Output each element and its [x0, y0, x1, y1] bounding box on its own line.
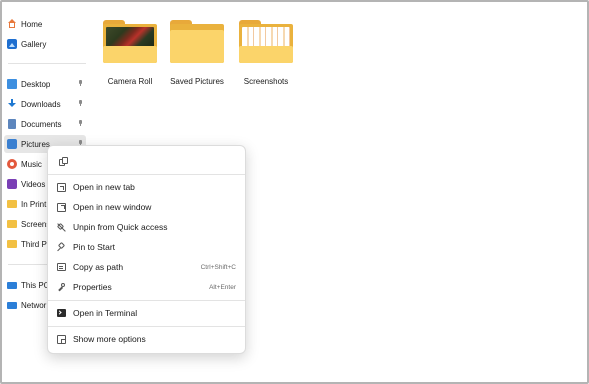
sidebar-item-label: Gallery: [21, 39, 47, 49]
sidebar-item-label: Desktop: [21, 79, 51, 89]
gallery-icon: [7, 39, 17, 49]
menu-item-label: Open in new window: [73, 202, 152, 212]
menu-item-show-more-options[interactable]: Show more options: [52, 329, 241, 349]
pin-icon[interactable]: [78, 80, 83, 86]
menu-item-shortcut: Ctrl+Shift+C: [200, 263, 236, 271]
sidebar-item-label: Third P: [21, 239, 47, 249]
sidebar-item-gallery[interactable]: Gallery: [4, 35, 86, 53]
this-pc-icon: [7, 281, 17, 289]
context-menu: Open in new tab Open in new window Unpin…: [47, 145, 246, 354]
file-explorer-window: Home Gallery Desktop Downloads Documents…: [0, 0, 589, 384]
menu-item-pin-to-start[interactable]: Pin to Start: [52, 237, 241, 257]
open-new-window-icon: [57, 202, 66, 212]
sidebar-item-label: In Print: [21, 199, 47, 209]
menu-divider: [48, 300, 245, 301]
menu-divider: [48, 174, 245, 175]
menu-item-label: Show more options: [73, 334, 146, 344]
copy-button[interactable]: [56, 154, 70, 168]
folder-name: Camera Roll: [107, 77, 153, 86]
menu-item-properties[interactable]: Properties Alt+Enter: [52, 277, 241, 297]
menu-item-copy-as-path[interactable]: Copy as path Ctrl+Shift+C: [52, 257, 241, 277]
copy-icon: [58, 156, 68, 166]
folder-icon: [7, 220, 17, 228]
sidebar-item-label: Pictures: [21, 139, 50, 149]
menu-item-open-in-terminal[interactable]: Open in Terminal: [52, 303, 241, 323]
folder-name: Saved Pictures: [170, 77, 224, 86]
folder-icon: [239, 20, 293, 63]
menu-item-open-new-tab[interactable]: Open in new tab: [52, 177, 241, 197]
open-new-tab-icon: [57, 182, 66, 192]
folder-icon: [7, 240, 17, 248]
terminal-icon: [57, 309, 66, 317]
folder-camera-roll[interactable]: Camera Roll: [102, 20, 158, 86]
copy-path-icon: [57, 263, 66, 271]
network-icon: [7, 301, 17, 309]
sidebar-item-documents[interactable]: Documents: [4, 115, 86, 133]
folder-name: Screenshots: [243, 77, 289, 86]
menu-item-unpin-quick-access[interactable]: Unpin from Quick access: [52, 217, 241, 237]
folder-saved-pictures[interactable]: Saved Pictures: [169, 20, 225, 86]
pin-icon: [57, 243, 66, 252]
sidebar-item-label: Home: [21, 19, 43, 29]
sidebar-item-downloads[interactable]: Downloads: [4, 95, 86, 113]
unpin-icon: [57, 223, 66, 232]
menu-item-label: Copy as path: [73, 262, 124, 272]
pin-icon[interactable]: [78, 100, 83, 106]
menu-item-label: Unpin from Quick access: [73, 222, 168, 232]
menu-item-label: Pin to Start: [73, 242, 116, 252]
sidebar-item-label: Music: [21, 159, 42, 169]
menu-item-label: Open in new tab: [73, 182, 135, 192]
folder-icon: [170, 20, 224, 63]
folder-screenshots[interactable]: Screenshots: [238, 20, 294, 86]
show-more-options-icon: [57, 334, 66, 344]
menu-divider: [48, 326, 245, 327]
folder-icon: [7, 200, 17, 208]
sidebar-item-label: Downloads: [21, 99, 61, 109]
pictures-icon: [7, 139, 17, 149]
menu-item-open-new-window[interactable]: Open in new window: [52, 197, 241, 217]
folder-icon: [103, 20, 157, 63]
menu-item-label: Properties: [73, 282, 112, 292]
sidebar-item-label: Videos: [21, 179, 46, 189]
sidebar-divider: [8, 63, 86, 64]
desktop-icon: [7, 79, 17, 89]
menu-item-label: Open in Terminal: [73, 308, 138, 318]
sidebar-item-desktop[interactable]: Desktop: [4, 75, 86, 93]
sidebar-item-home[interactable]: Home: [4, 15, 86, 33]
properties-icon: [57, 282, 66, 292]
sidebar-item-label: Networ: [21, 300, 47, 310]
music-icon: [7, 159, 17, 169]
menu-item-shortcut: Alt+Enter: [209, 283, 236, 291]
sidebar-item-label: Screens: [21, 219, 51, 229]
downloads-icon: [7, 99, 17, 109]
home-icon: [7, 19, 17, 29]
sidebar-item-label: This PC: [21, 280, 50, 290]
documents-icon: [8, 119, 16, 129]
pin-icon[interactable]: [78, 120, 83, 126]
videos-icon: [7, 179, 17, 189]
sidebar-item-label: Documents: [21, 119, 62, 129]
